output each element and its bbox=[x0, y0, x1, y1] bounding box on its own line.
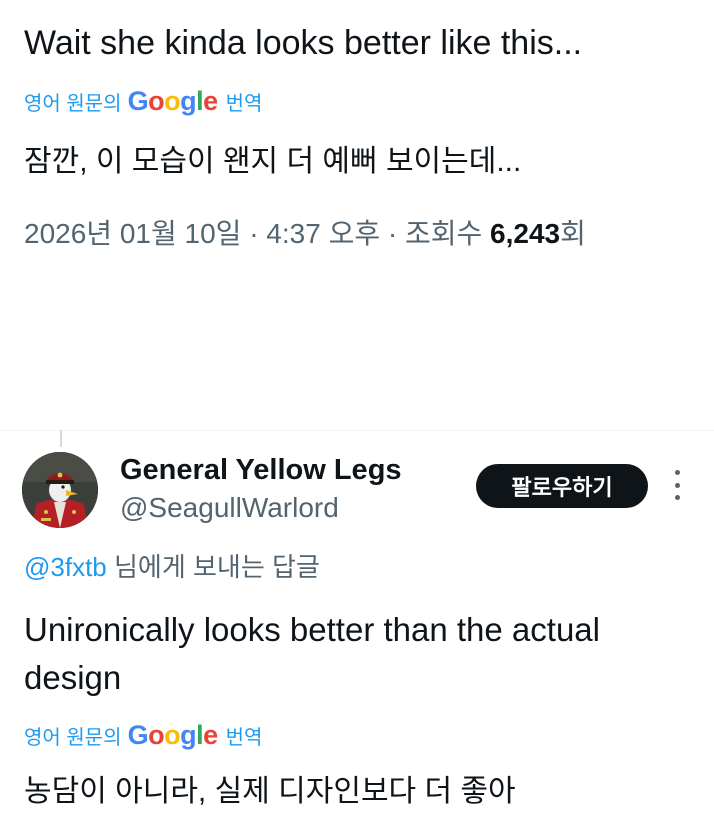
reply-translate-link[interactable]: 영어 원문의 Google 번역 bbox=[24, 720, 262, 750]
reply-text: Unironically looks better than the actua… bbox=[24, 611, 600, 696]
display-name[interactable]: General Yellow Legs bbox=[120, 452, 402, 488]
reply-translated-text: 농담이 아니라, 실제 디자인보다 더 좋아 bbox=[24, 775, 516, 808]
google-logo: Google bbox=[127, 719, 219, 750]
tweet-metadata: 2026년 01월 10일 · 4:37 오후 · 조회수 6,243회 bbox=[24, 214, 586, 254]
view-suffix: 회 bbox=[560, 218, 586, 249]
more-vertical-icon[interactable] bbox=[665, 470, 689, 500]
reply-context: @3fxtb 님에게 보내는 답글 bbox=[24, 548, 320, 586]
follow-button[interactable]: 팔로우하기 bbox=[476, 464, 648, 508]
translate-link[interactable]: 영어 원문의 Google 번역 bbox=[24, 86, 262, 116]
user-handle[interactable]: @SeagullWarlord bbox=[120, 490, 339, 526]
reply-to-mention[interactable]: @3fxtb bbox=[24, 552, 107, 582]
translated-text: 잠깐, 이 모습이 왠지 더 예뻐 보이는데... bbox=[24, 145, 522, 178]
main-tweet: Wait she kinda looks better like this...… bbox=[0, 0, 714, 430]
tweet-text: Wait she kinda looks better like this... bbox=[24, 24, 583, 62]
avatar[interactable] bbox=[22, 452, 98, 528]
translate-suffix: 번역 bbox=[225, 726, 263, 749]
reply-to-suffix: 님에게 보내는 답글 bbox=[106, 552, 320, 582]
avatar-seagull-general-icon bbox=[22, 452, 98, 528]
timestamp[interactable]: 2026년 01월 10일 · 4:37 오후 · 조회수 bbox=[24, 218, 490, 249]
view-count: 6,243 bbox=[490, 218, 561, 249]
translate-suffix: 번역 bbox=[225, 92, 263, 115]
translate-prefix: 영어 원문의 bbox=[24, 92, 122, 115]
translate-prefix: 영어 원문의 bbox=[24, 726, 122, 749]
thread-line bbox=[60, 430, 62, 447]
divider bbox=[0, 430, 714, 431]
google-logo: Google bbox=[127, 85, 219, 116]
